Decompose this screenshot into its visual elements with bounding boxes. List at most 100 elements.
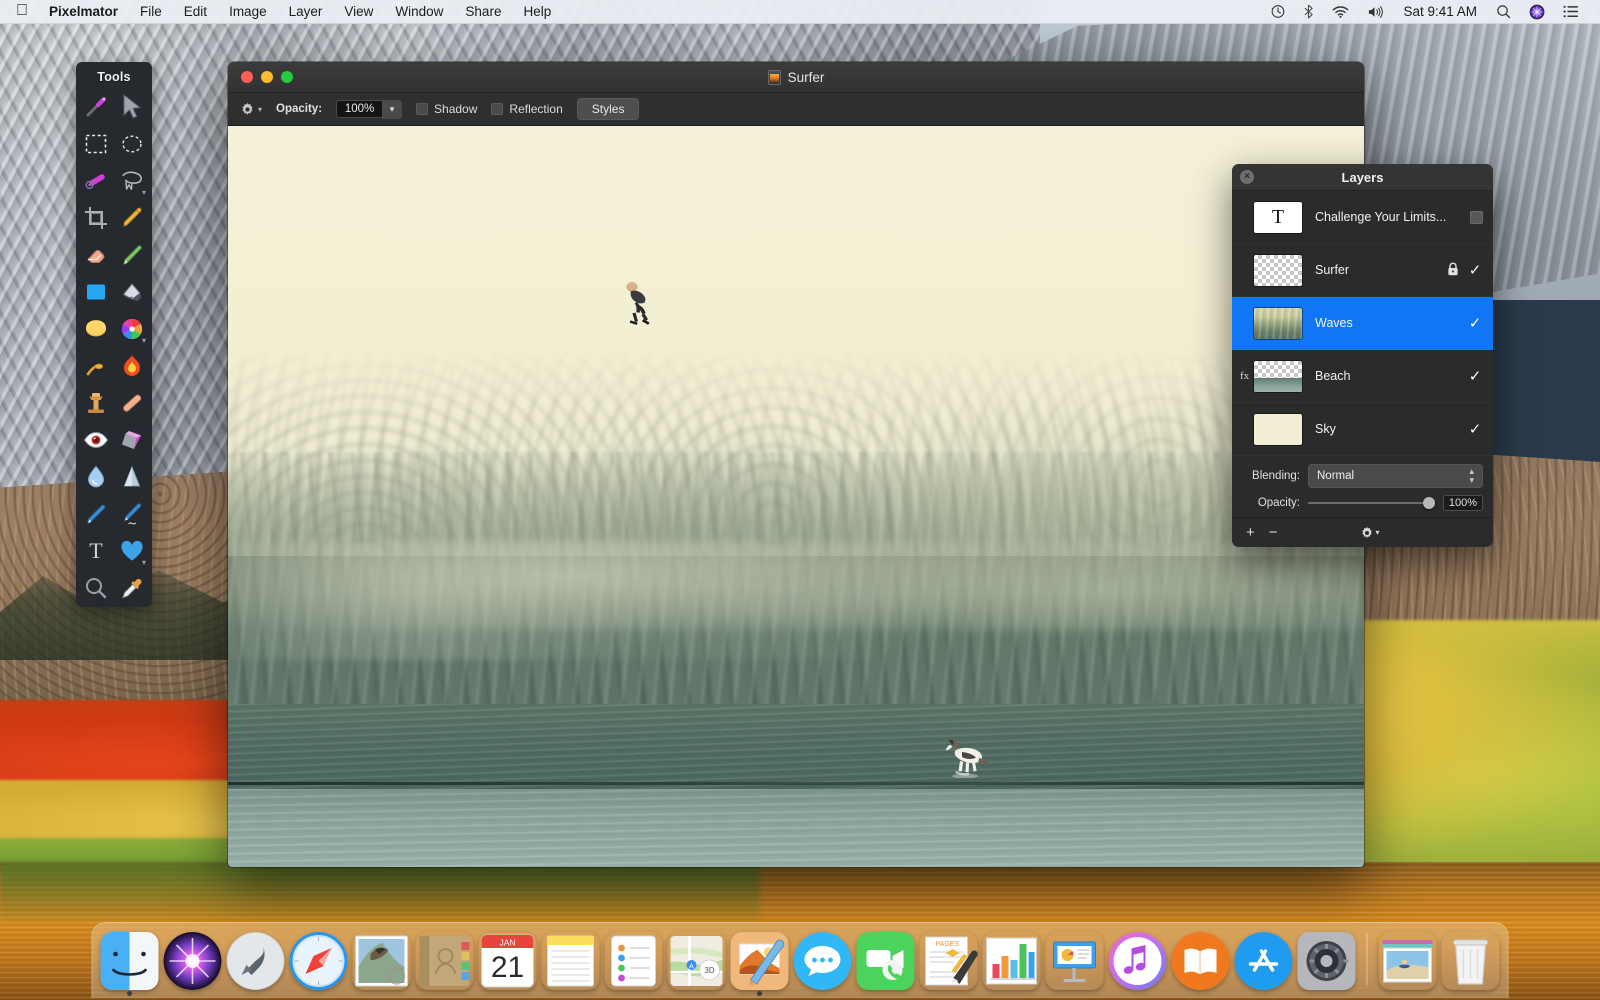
layer-visibility-check[interactable]: ✓ bbox=[1467, 367, 1483, 385]
dock-item-system-preferences[interactable] bbox=[1298, 932, 1356, 990]
burn-tool[interactable] bbox=[114, 347, 150, 384]
opacity-input[interactable]: 100% bbox=[336, 100, 382, 118]
paintbrush-tool[interactable] bbox=[114, 236, 150, 273]
bluetooth-icon[interactable] bbox=[1294, 0, 1323, 24]
shadow-checkbox[interactable] bbox=[416, 103, 428, 115]
shape-submenu-chevron[interactable]: ▾ bbox=[142, 559, 146, 567]
dock-item-launchpad[interactable] bbox=[227, 932, 285, 990]
shape-tool[interactable]: ▾ bbox=[114, 532, 150, 569]
quick-selection-tool[interactable] bbox=[78, 162, 114, 199]
reflection-checkbox[interactable] bbox=[491, 103, 503, 115]
dock-item-mail[interactable] bbox=[353, 932, 411, 990]
rectangular-marquee-tool[interactable] bbox=[78, 125, 114, 162]
minimize-button[interactable] bbox=[261, 71, 273, 83]
close-button[interactable] bbox=[241, 71, 253, 83]
spotlight-search-icon[interactable] bbox=[1487, 0, 1520, 24]
zoom-button[interactable] bbox=[281, 71, 293, 83]
sponge-tool[interactable] bbox=[114, 421, 150, 458]
slice-tool[interactable] bbox=[114, 199, 150, 236]
red-eye-tool[interactable] bbox=[78, 421, 114, 458]
clone-stamp-tool[interactable] bbox=[78, 384, 114, 421]
layers-panel[interactable]: × Layers T Challenge Your Limits... Surf… bbox=[1232, 164, 1493, 547]
remove-layer-button[interactable]: − bbox=[1269, 524, 1278, 541]
layer-options-chevron[interactable]: ▾ bbox=[1376, 528, 1380, 537]
dock-item-siri[interactable] bbox=[164, 932, 222, 990]
menu-item-image[interactable]: Image bbox=[218, 0, 278, 24]
color-fill-tool[interactable] bbox=[78, 310, 114, 347]
eraser-tool[interactable] bbox=[78, 236, 114, 273]
dock-item-reminders[interactable] bbox=[605, 932, 663, 990]
dock-item-notes[interactable] bbox=[542, 932, 600, 990]
dock-item-pixelmator[interactable] bbox=[731, 932, 789, 990]
lock-icon[interactable] bbox=[1447, 262, 1459, 279]
sharpen-tool[interactable] bbox=[114, 458, 150, 495]
image-canvas[interactable] bbox=[228, 126, 1364, 867]
paint-bucket-tool[interactable] bbox=[78, 273, 114, 310]
document-window[interactable]: Surfer ▾ Opacity: 100% ▾ Shadow Reflecti… bbox=[228, 62, 1364, 867]
lasso-submenu-chevron[interactable]: ▾ bbox=[142, 189, 146, 197]
styles-button[interactable]: Styles bbox=[577, 98, 640, 120]
dock-item-downloads-stack[interactable] bbox=[1379, 932, 1437, 990]
siri-icon[interactable] bbox=[1520, 0, 1554, 24]
layer-row-beach[interactable]: fx Beach ✓ bbox=[1232, 350, 1493, 403]
menu-app-name[interactable]: Pixelmator bbox=[38, 0, 129, 24]
lasso-tool[interactable]: ▾ bbox=[114, 162, 150, 199]
layer-visibility-check[interactable]: ✓ bbox=[1467, 314, 1483, 332]
slider-knob[interactable] bbox=[1423, 497, 1435, 509]
blending-stepper-icon[interactable]: ▴▾ bbox=[1469, 467, 1474, 485]
blending-mode-select[interactable]: Normal ▴▾ bbox=[1308, 464, 1483, 488]
layers-panel-close-icon[interactable]: × bbox=[1240, 170, 1254, 184]
type-tool[interactable]: T bbox=[78, 532, 114, 569]
reflection-checkbox-row[interactable]: Reflection bbox=[491, 102, 562, 116]
layer-row-waves[interactable]: Waves ✓ bbox=[1232, 297, 1493, 350]
dock-item-safari[interactable] bbox=[290, 932, 348, 990]
magic-wand-tool[interactable] bbox=[78, 88, 114, 125]
layer-visibility-checkbox-unchecked[interactable] bbox=[1470, 211, 1483, 224]
elliptical-marquee-tool[interactable] bbox=[114, 125, 150, 162]
dock-item-app-store[interactable] bbox=[1235, 932, 1293, 990]
toolbar-gear-chevron[interactable]: ▾ bbox=[258, 105, 262, 114]
menu-item-window[interactable]: Window bbox=[384, 0, 454, 24]
dock-item-ibooks[interactable] bbox=[1172, 932, 1230, 990]
pen-tool[interactable] bbox=[78, 495, 114, 532]
dock-item-finder[interactable] bbox=[101, 932, 159, 990]
dock-item-maps[interactable]: A3D bbox=[668, 932, 726, 990]
gradient-tool[interactable] bbox=[114, 273, 150, 310]
tools-palette[interactable]: Tools ▾ bbox=[76, 62, 152, 607]
dock-item-itunes[interactable] bbox=[1109, 932, 1167, 990]
layer-options-gear-button[interactable]: ▾ bbox=[1360, 526, 1380, 540]
menu-item-share[interactable]: Share bbox=[454, 0, 512, 24]
dock-item-pages[interactable]: PAGES bbox=[920, 932, 978, 990]
menu-item-file[interactable]: File bbox=[129, 0, 173, 24]
layer-visibility-check[interactable]: ✓ bbox=[1467, 261, 1483, 279]
color-picker-tool[interactable] bbox=[114, 569, 150, 606]
smudge-tool[interactable] bbox=[78, 347, 114, 384]
menu-bar-clock[interactable]: Sat 9:41 AM bbox=[1393, 4, 1487, 19]
pencil-tool[interactable] bbox=[114, 495, 150, 532]
toolbar-settings-gear-button[interactable]: ▾ bbox=[240, 102, 262, 117]
dock-item-calendar[interactable]: JAN21 bbox=[479, 932, 537, 990]
shadow-checkbox-row[interactable]: Shadow bbox=[416, 102, 477, 116]
control-center-icon[interactable] bbox=[1554, 0, 1588, 24]
layer-row-surfer[interactable]: Surfer ✓ bbox=[1232, 244, 1493, 297]
color-wheel-submenu-chevron[interactable]: ▾ bbox=[142, 337, 146, 345]
dock-item-messages[interactable] bbox=[794, 932, 852, 990]
apple-logo-icon[interactable]:  bbox=[12, 0, 38, 24]
blur-tool[interactable] bbox=[78, 458, 114, 495]
move-arrow-tool[interactable] bbox=[114, 88, 150, 125]
color-wheel-tool[interactable]: ▾ bbox=[114, 310, 150, 347]
dock-item-keynote[interactable] bbox=[1046, 932, 1104, 990]
dock-item-contacts[interactable] bbox=[416, 932, 474, 990]
add-layer-button[interactable]: + bbox=[1246, 524, 1255, 541]
volume-icon[interactable] bbox=[1358, 0, 1393, 24]
menu-item-help[interactable]: Help bbox=[512, 0, 562, 24]
layers-opacity-value[interactable]: 100% bbox=[1443, 495, 1483, 511]
time-machine-icon[interactable] bbox=[1261, 0, 1294, 24]
wifi-icon[interactable] bbox=[1323, 0, 1358, 24]
menu-item-layer[interactable]: Layer bbox=[278, 0, 334, 24]
dock-item-trash[interactable] bbox=[1442, 932, 1500, 990]
dock-item-numbers[interactable] bbox=[983, 932, 1041, 990]
opacity-stepper[interactable]: ▾ bbox=[382, 100, 402, 119]
zoom-tool[interactable] bbox=[78, 569, 114, 606]
layers-opacity-slider[interactable] bbox=[1308, 496, 1435, 510]
